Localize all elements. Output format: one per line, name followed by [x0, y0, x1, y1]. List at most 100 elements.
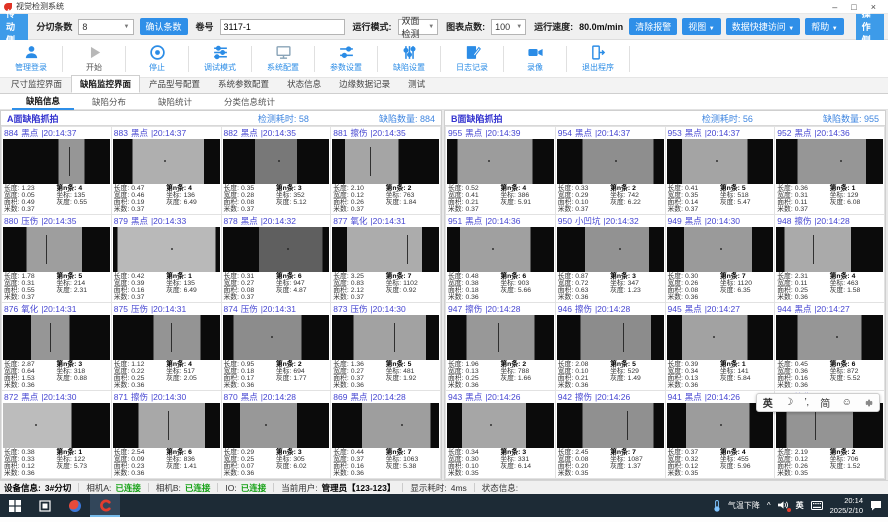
volume-icon[interactable]	[778, 500, 789, 512]
defect-cell[interactable]: 874压伤|20:14:31 长度:0.95 宽度:0.18 面积:0.17 米…	[222, 303, 331, 390]
defect-image[interactable]	[332, 403, 439, 448]
taskbar-clock[interactable]: 20:14 2025/2/10	[830, 496, 863, 515]
defect-cell[interactable]: 870黑点|20:14:28 长度:0.29 宽度:0.25 面积:0.07 米…	[222, 391, 331, 478]
defect-cell[interactable]: 877氧化|20:14:31 长度:3.25 宽度:0.83 面积:2.12 米…	[331, 215, 440, 302]
minimize-button[interactable]: –	[832, 2, 837, 12]
defect-image[interactable]	[447, 403, 554, 448]
defect-cell[interactable]: 881擦伤|20:14:35 长度:2.10 宽度:0.12 面积:0.26 米…	[331, 127, 440, 214]
slit-count-select[interactable]: 8▼	[78, 19, 133, 35]
defect-image[interactable]	[113, 139, 220, 184]
notification-center-icon[interactable]	[870, 500, 882, 511]
defect-image[interactable]	[113, 403, 220, 448]
defect-cell[interactable]: 873压伤|20:14:30 长度:1.36 宽度:0.27 面积:0.37 米…	[331, 303, 440, 390]
record-video-button[interactable]: 录像	[504, 41, 566, 77]
defect-cell[interactable]: 883黑点|20:14:37 长度:0.47 宽度:0.46 面积:0.19 米…	[112, 127, 221, 214]
defect-cell[interactable]: 875压伤|20:14:31 长度:1.12 宽度:0.22 面积:0.25 米…	[112, 303, 221, 390]
defect-cell[interactable]: 942擦伤|20:14:26 长度:2.45 宽度:0.08 面积:0.20 米…	[556, 391, 665, 478]
ime-simplified-toggle[interactable]: 简	[820, 395, 830, 410]
operator-side-button[interactable]: 操作侧	[856, 14, 884, 40]
run-mode-select[interactable]: 双面检测▼	[398, 19, 439, 35]
defect-cell[interactable]: 884黑点|20:14:37 长度:1.23 宽度:0.05 面积:0.49 米…	[2, 127, 111, 214]
subtab-defect-distribution[interactable]: 缺陷分布	[78, 95, 140, 109]
touch-keyboard-icon[interactable]	[811, 501, 823, 510]
start-button[interactable]: 开始	[63, 41, 125, 77]
weather-text[interactable]: 气温下降	[728, 500, 760, 511]
defect-image[interactable]	[667, 315, 774, 360]
tab-product-model-config[interactable]: 产品型号配置	[140, 75, 209, 93]
view-menu-button[interactable]: 视图 ▼	[682, 18, 720, 35]
defect-image[interactable]	[223, 227, 330, 272]
defect-cell[interactable]: 945黑点|20:14:27 长度:0.39 宽度:0.34 面积:0.13 米…	[666, 303, 775, 390]
defect-image[interactable]	[776, 139, 883, 184]
defect-cell[interactable]: 947擦伤|20:14:28 长度:1.96 宽度:0.13 面积:0.25 米…	[446, 303, 555, 390]
defect-image[interactable]	[557, 139, 664, 184]
ime-settings-gear-icon[interactable]	[863, 398, 873, 408]
defect-image[interactable]	[3, 315, 110, 360]
defect-settings-button[interactable]: 缺陷设置	[378, 41, 440, 77]
defect-cell[interactable]: 946擦伤|20:14:28 长度:2.08 宽度:0.10 面积:0.21 米…	[556, 303, 665, 390]
defect-image[interactable]	[113, 227, 220, 272]
defect-image[interactable]	[223, 139, 330, 184]
start-menu-button[interactable]	[0, 494, 30, 517]
defect-cell[interactable]: 955黑点|20:14:39 长度:0.52 宽度:0.41 面积:0.21 米…	[446, 127, 555, 214]
defect-cell[interactable]: 953黑点|20:14:37 长度:0.41 宽度:0.35 面积:0.14 米…	[666, 127, 775, 214]
subtab-class-info-statistics[interactable]: 分类信息统计	[210, 95, 289, 109]
roll-number-input[interactable]	[220, 19, 345, 35]
defect-image[interactable]	[332, 227, 439, 272]
input-language-indicator[interactable]: 英	[796, 500, 804, 511]
stop-button[interactable]: 停止	[126, 41, 188, 77]
defect-image[interactable]	[447, 227, 554, 272]
tray-expand-button[interactable]: ^	[767, 501, 771, 510]
ime-english-toggle[interactable]: 英	[763, 395, 773, 410]
drive-side-button[interactable]: 传动侧	[0, 14, 28, 40]
task-view-button[interactable]	[30, 494, 60, 517]
system-config-button[interactable]: 系统配置	[252, 41, 314, 77]
defect-image[interactable]	[447, 139, 554, 184]
defect-image[interactable]	[557, 403, 664, 448]
defect-cell[interactable]: 949黑点|20:14:30 长度:0.30 宽度:0.26 面积:0.08 米…	[666, 215, 775, 302]
ime-emoji-button[interactable]: ☺	[842, 397, 852, 408]
log-record-button[interactable]: 日志记录	[441, 41, 503, 77]
parameter-settings-button[interactable]: 参数设置	[315, 41, 377, 77]
tab-size-monitor[interactable]: 尺寸监控界面	[2, 75, 71, 93]
defect-image[interactable]	[332, 139, 439, 184]
defect-cell[interactable]: 952黑点|20:14:36 长度:0.36 宽度:0.31 面积:0.11 米…	[775, 127, 884, 214]
taskbar-app-browser[interactable]	[60, 494, 90, 517]
defect-image[interactable]	[557, 315, 664, 360]
defect-cell[interactable]: 879黑点|20:14:33 长度:0.42 宽度:0.39 面积:0.16 米…	[112, 215, 221, 302]
defect-image[interactable]	[776, 227, 883, 272]
confirm-count-button[interactable]: 确认条数	[140, 18, 188, 35]
tab-defect-monitor[interactable]: 缺陷监控界面	[71, 75, 140, 93]
data-quick-access-button[interactable]: 数据快捷访问 ▼	[726, 18, 800, 35]
subtab-defect-statistics[interactable]: 缺陷统计	[144, 95, 206, 109]
defect-cell[interactable]: 948擦伤|20:14:28 长度:2.31 宽度:0.11 面积:0.25 米…	[775, 215, 884, 302]
tab-test[interactable]: 测试	[399, 75, 434, 93]
defect-cell[interactable]: 871擦伤|20:14:30 长度:2.54 宽度:0.09 面积:0.23 米…	[112, 391, 221, 478]
maximize-button[interactable]: □	[851, 2, 856, 12]
exit-program-button[interactable]: 退出程序	[567, 41, 629, 77]
defect-cell[interactable]: 882黑点|20:14:35 长度:0.35 宽度:0.28 面积:0.08 米…	[222, 127, 331, 214]
defect-cell[interactable]: 876氧化|20:14:31 长度:2.87 宽度:0.64 面积:1.53 米…	[2, 303, 111, 390]
defect-cell[interactable]: 872黑点|20:14:30 长度:0.38 宽度:0.33 面积:0.12 米…	[2, 391, 111, 478]
taskbar-app-inspection[interactable]	[90, 494, 120, 517]
defect-cell[interactable]: 869黑点|20:14:28 长度:0.44 宽度:0.37 面积:0.16 米…	[331, 391, 440, 478]
help-menu-button[interactable]: 帮助 ▼	[805, 18, 843, 35]
defect-image[interactable]	[223, 403, 330, 448]
tab-status-info[interactable]: 状态信息	[278, 75, 330, 93]
defect-cell[interactable]: 878黑点|20:14:32 长度:0.31 宽度:0.27 面积:0.08 米…	[222, 215, 331, 302]
defect-image[interactable]	[667, 227, 774, 272]
defect-image[interactable]	[3, 403, 110, 448]
defect-cell[interactable]: 943黑点|20:14:26 长度:0.34 宽度:0.30 面积:0.10 米…	[446, 391, 555, 478]
debug-mode-button[interactable]: 调试模式	[189, 41, 251, 77]
defect-image[interactable]	[447, 315, 554, 360]
defect-image[interactable]	[557, 227, 664, 272]
admin-login-button[interactable]: 管理登录	[0, 41, 62, 77]
chart-points-select[interactable]: 100▼	[491, 19, 526, 35]
defect-image[interactable]	[3, 139, 110, 184]
clear-alarm-button[interactable]: 清除报警	[629, 18, 677, 35]
defect-image[interactable]	[223, 315, 330, 360]
defect-cell[interactable]: 944黑点|20:14:27 长度:0.45 宽度:0.36 面积:0.16 米…	[775, 303, 884, 390]
defect-image[interactable]	[113, 315, 220, 360]
defect-cell[interactable]: 951黑点|20:14:36 长度:0.48 宽度:0.38 面积:0.18 米…	[446, 215, 555, 302]
defect-cell[interactable]: 950小凹坑|20:14:32 长度:0.87 宽度:0.72 面积:0.63 …	[556, 215, 665, 302]
